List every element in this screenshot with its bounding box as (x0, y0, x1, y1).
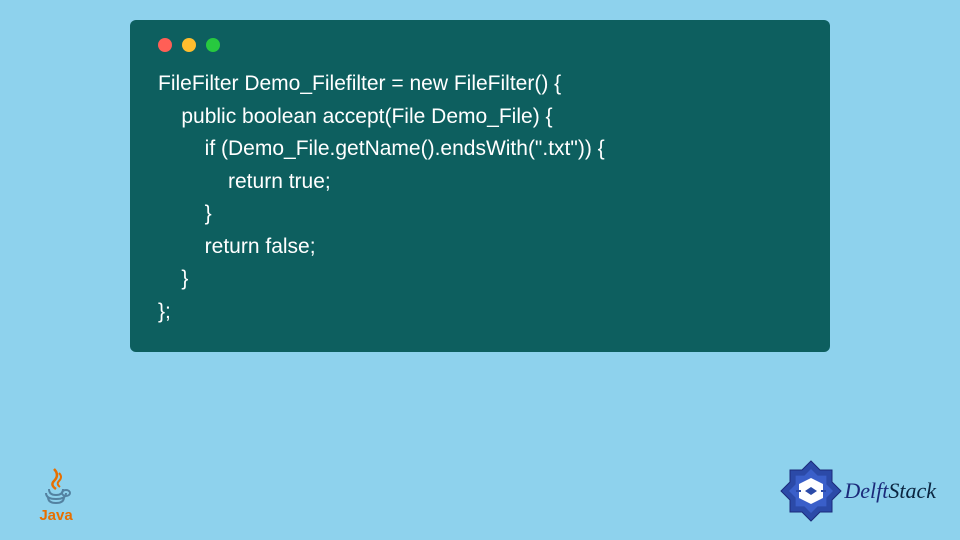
delft-part: Delft (844, 478, 888, 503)
code-line: return false; (158, 235, 316, 258)
java-label: Java (39, 507, 72, 524)
code-line: FileFilter Demo_Filefilter = new FileFil… (158, 72, 561, 95)
maximize-dot-icon (206, 38, 220, 52)
window-controls (158, 38, 802, 52)
java-cup-icon (36, 465, 76, 505)
code-line: public boolean accept(File Demo_File) { (158, 105, 553, 128)
code-content: FileFilter Demo_Filefilter = new FileFil… (158, 68, 802, 328)
java-logo: Java (36, 465, 76, 524)
code-line: } (158, 202, 212, 225)
code-line: }; (158, 300, 171, 323)
code-window: FileFilter Demo_Filefilter = new FileFil… (130, 20, 830, 352)
delftstack-logo: DelftStack (778, 458, 936, 524)
code-line: } (158, 267, 188, 290)
stack-part: Stack (888, 478, 936, 503)
minimize-dot-icon (182, 38, 196, 52)
code-line: return true; (158, 170, 331, 193)
close-dot-icon (158, 38, 172, 52)
delftstack-text: DelftStack (844, 478, 936, 504)
delftstack-icon (778, 458, 844, 524)
code-line: if (Demo_File.getName().endsWith(".txt")… (158, 137, 605, 160)
